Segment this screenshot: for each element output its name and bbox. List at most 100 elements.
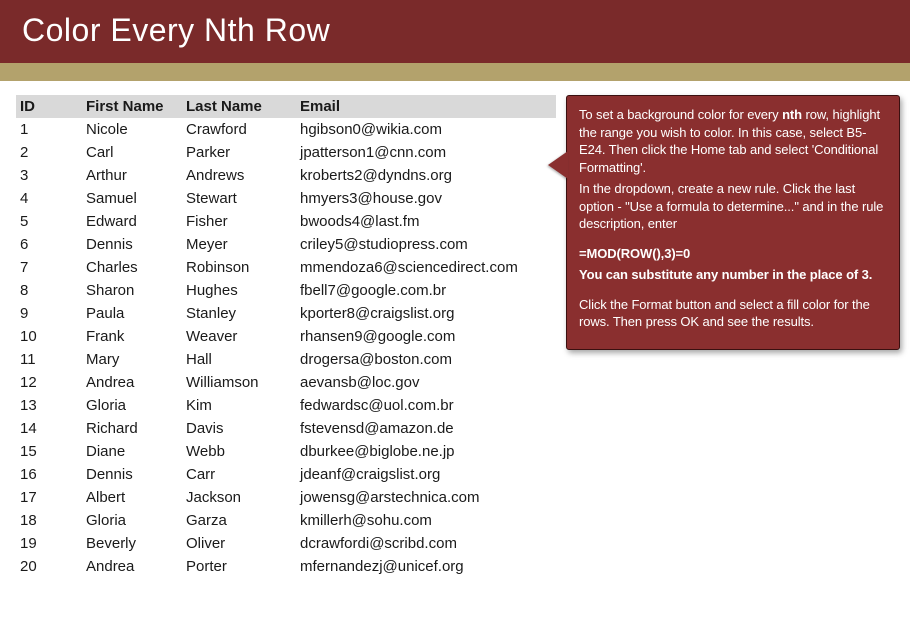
table-row: 11MaryHalldrogersa@boston.com xyxy=(16,348,556,371)
cell-id: 8 xyxy=(16,279,82,302)
cell-last: Kim xyxy=(182,394,296,417)
table-row: 18GloriaGarzakmillerh@sohu.com xyxy=(16,509,556,532)
cell-email: hgibson0@wikia.com xyxy=(296,118,556,141)
cell-email: fstevensd@amazon.de xyxy=(296,417,556,440)
table-row: 9PaulaStanleykporter8@craigslist.org xyxy=(16,302,556,325)
cell-email: mfernandezj@unicef.org xyxy=(296,555,556,578)
cell-id: 19 xyxy=(16,532,82,555)
cell-id: 20 xyxy=(16,555,82,578)
callout-formula: =MOD(ROW(),3)=0 xyxy=(579,245,887,263)
header-id: ID xyxy=(16,95,82,118)
table-row: 5EdwardFisherbwoods4@last.fm xyxy=(16,210,556,233)
table-row: 3ArthurAndrewskroberts2@dyndns.org xyxy=(16,164,556,187)
table-row: 20AndreaPortermfernandezj@unicef.org xyxy=(16,555,556,578)
table-body: 1NicoleCrawfordhgibson0@wikia.com2CarlPa… xyxy=(16,118,556,578)
table-row: 17AlbertJacksonjowensg@arstechnica.com xyxy=(16,486,556,509)
cell-last: Andrews xyxy=(182,164,296,187)
table-row: 12AndreaWilliamsonaevansb@loc.gov xyxy=(16,371,556,394)
cell-first: Edward xyxy=(82,210,182,233)
table-row: 7CharlesRobinsonmmendoza6@sciencedirect.… xyxy=(16,256,556,279)
table-row: 6DennisMeyercriley5@studiopress.com xyxy=(16,233,556,256)
cell-first: Mary xyxy=(82,348,182,371)
cell-email: kporter8@craigslist.org xyxy=(296,302,556,325)
cell-first: Andrea xyxy=(82,555,182,578)
cell-last: Stanley xyxy=(182,302,296,325)
instruction-callout: To set a background color for every nth … xyxy=(566,95,900,350)
callout-paragraph-2: In the dropdown, create a new rule. Clic… xyxy=(579,180,887,233)
cell-email: jdeanf@craigslist.org xyxy=(296,463,556,486)
cell-email: fedwardsc@uol.com.br xyxy=(296,394,556,417)
cell-first: Richard xyxy=(82,417,182,440)
cell-email: rhansen9@google.com xyxy=(296,325,556,348)
cell-email: hmyers3@house.gov xyxy=(296,187,556,210)
cell-email: fbell7@google.com.br xyxy=(296,279,556,302)
cell-last: Meyer xyxy=(182,233,296,256)
cell-email: criley5@studiopress.com xyxy=(296,233,556,256)
cell-last: Williamson xyxy=(182,371,296,394)
cell-last: Garza xyxy=(182,509,296,532)
table-row: 19BeverlyOliverdcrawfordi@scribd.com xyxy=(16,532,556,555)
cell-first: Carl xyxy=(82,141,182,164)
cell-email: jowensg@arstechnica.com xyxy=(296,486,556,509)
callout-paragraph-1: To set a background color for every nth … xyxy=(579,106,887,176)
cell-last: Fisher xyxy=(182,210,296,233)
cell-id: 6 xyxy=(16,233,82,256)
cell-email: aevansb@loc.gov xyxy=(296,371,556,394)
cell-email: bwoods4@last.fm xyxy=(296,210,556,233)
cell-last: Davis xyxy=(182,417,296,440)
table-row: 4SamuelStewarthmyers3@house.gov xyxy=(16,187,556,210)
cell-id: 2 xyxy=(16,141,82,164)
cell-id: 12 xyxy=(16,371,82,394)
cell-first: Diane xyxy=(82,440,182,463)
callout-bold-nth: nth xyxy=(782,107,802,122)
table-row: 10FrankWeaverrhansen9@google.com xyxy=(16,325,556,348)
cell-last: Stewart xyxy=(182,187,296,210)
cell-first: Dennis xyxy=(82,233,182,256)
cell-id: 5 xyxy=(16,210,82,233)
table-row: 2CarlParkerjpatterson1@cnn.com xyxy=(16,141,556,164)
page-title: Color Every Nth Row xyxy=(0,0,910,63)
callout-paragraph-3: Click the Format button and select a fil… xyxy=(579,296,887,331)
cell-id: 10 xyxy=(16,325,82,348)
callout-subnote: You can substitute any number in the pla… xyxy=(579,266,887,284)
callout-text: To set a background color for every xyxy=(579,107,782,122)
cell-id: 15 xyxy=(16,440,82,463)
cell-first: Sharon xyxy=(82,279,182,302)
cell-id: 3 xyxy=(16,164,82,187)
table-row: 13GloriaKimfedwardsc@uol.com.br xyxy=(16,394,556,417)
cell-last: Hall xyxy=(182,348,296,371)
cell-last: Weaver xyxy=(182,325,296,348)
cell-id: 18 xyxy=(16,509,82,532)
table-row: 14RichardDavisfstevensd@amazon.de xyxy=(16,417,556,440)
cell-id: 13 xyxy=(16,394,82,417)
cell-first: Paula xyxy=(82,302,182,325)
cell-first: Nicole xyxy=(82,118,182,141)
content-area: ID First Name Last Name Email 1NicoleCra… xyxy=(0,81,910,578)
cell-last: Crawford xyxy=(182,118,296,141)
cell-email: dcrawfordi@scribd.com xyxy=(296,532,556,555)
accent-bar xyxy=(0,63,910,81)
table-row: 8SharonHughesfbell7@google.com.br xyxy=(16,279,556,302)
cell-first: Albert xyxy=(82,486,182,509)
cell-first: Beverly xyxy=(82,532,182,555)
cell-last: Jackson xyxy=(182,486,296,509)
cell-last: Oliver xyxy=(182,532,296,555)
cell-first: Charles xyxy=(82,256,182,279)
cell-last: Webb xyxy=(182,440,296,463)
header-first-name: First Name xyxy=(82,95,182,118)
cell-id: 9 xyxy=(16,302,82,325)
table-row: 1NicoleCrawfordhgibson0@wikia.com xyxy=(16,118,556,141)
cell-first: Gloria xyxy=(82,394,182,417)
cell-first: Gloria xyxy=(82,509,182,532)
table-row: 15DianeWebbdburkee@biglobe.ne.jp xyxy=(16,440,556,463)
cell-id: 14 xyxy=(16,417,82,440)
cell-email: dburkee@biglobe.ne.jp xyxy=(296,440,556,463)
table-header-row: ID First Name Last Name Email xyxy=(16,95,556,118)
cell-id: 1 xyxy=(16,118,82,141)
cell-id: 17 xyxy=(16,486,82,509)
header-last-name: Last Name xyxy=(182,95,296,118)
cell-first: Arthur xyxy=(82,164,182,187)
data-table-wrap: ID First Name Last Name Email 1NicoleCra… xyxy=(16,95,556,578)
cell-email: kmillerh@sohu.com xyxy=(296,509,556,532)
table-row: 16DennisCarrjdeanf@craigslist.org xyxy=(16,463,556,486)
